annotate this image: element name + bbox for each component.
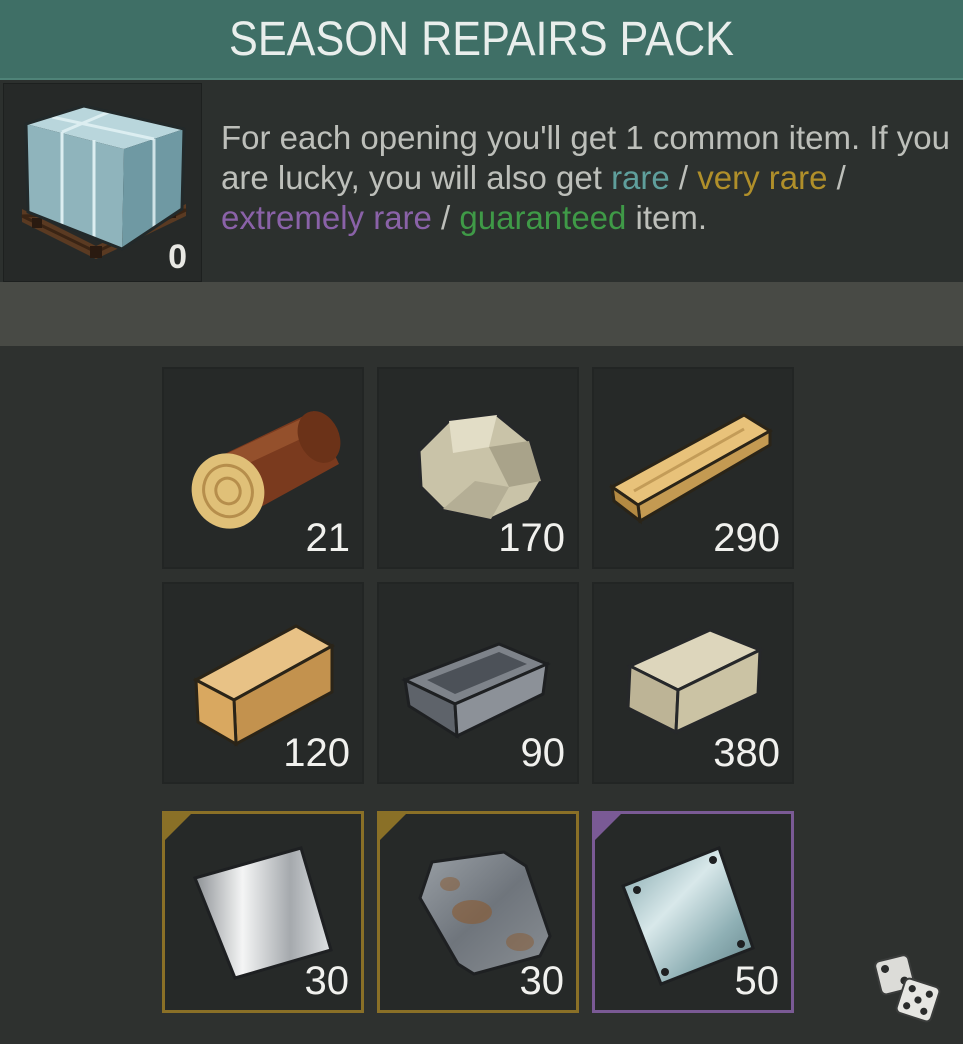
separator: / (431, 199, 460, 236)
item-slot-log[interactable]: 21 (162, 367, 364, 569)
item-slot-rusty-metal-plate[interactable]: 30 (377, 811, 579, 1013)
item-quantity: 30 (304, 959, 350, 1003)
item-slot-iron-ingot[interactable]: 90 (377, 582, 579, 784)
divider-bar (0, 282, 963, 346)
item-quantity: 170 (498, 516, 565, 560)
item-slot-metal-sheet[interactable]: 30 (162, 811, 364, 1013)
item-quantity: 90 (520, 731, 566, 775)
item-quantity: 30 (519, 959, 565, 1003)
item-slot-steel-plate[interactable]: 50 (592, 811, 794, 1013)
item-quantity: 290 (713, 516, 780, 560)
separator: / (827, 159, 846, 196)
item-slot-timber-beam[interactable]: 120 (162, 582, 364, 784)
item-quantity: 21 (305, 516, 351, 560)
rarity-extremely-rare-label: extremely rare (221, 199, 432, 236)
items-grid: 21 170 290 120 90 380 30 30 50 (162, 367, 798, 1017)
rarity-very-rare-label: very rare (697, 159, 828, 196)
item-quantity: 120 (283, 731, 350, 775)
item-slot-stone[interactable]: 170 (377, 367, 579, 569)
pack-description: For each opening you'll get 1 common ite… (221, 118, 951, 238)
pack-header: SEASON REPAIRS PACK (0, 0, 963, 80)
pack-slot[interactable]: 0 (3, 83, 202, 282)
item-quantity: 380 (713, 731, 780, 775)
item-quantity: 50 (734, 959, 780, 1003)
rarity-rare-label: rare (611, 159, 670, 196)
dice-icon[interactable] (872, 950, 942, 1025)
separator: / (669, 159, 698, 196)
pack-title: SEASON REPAIRS PACK (229, 12, 734, 66)
item-slot-limestone-block[interactable]: 380 (592, 582, 794, 784)
description-text-end: item. (626, 199, 708, 236)
pack-count: 0 (168, 238, 187, 276)
pack-info-panel: 0 For each opening you'll get 1 common i… (0, 80, 963, 282)
rarity-guaranteed-label: guaranteed (459, 199, 627, 236)
item-slot-plank[interactable]: 290 (592, 367, 794, 569)
